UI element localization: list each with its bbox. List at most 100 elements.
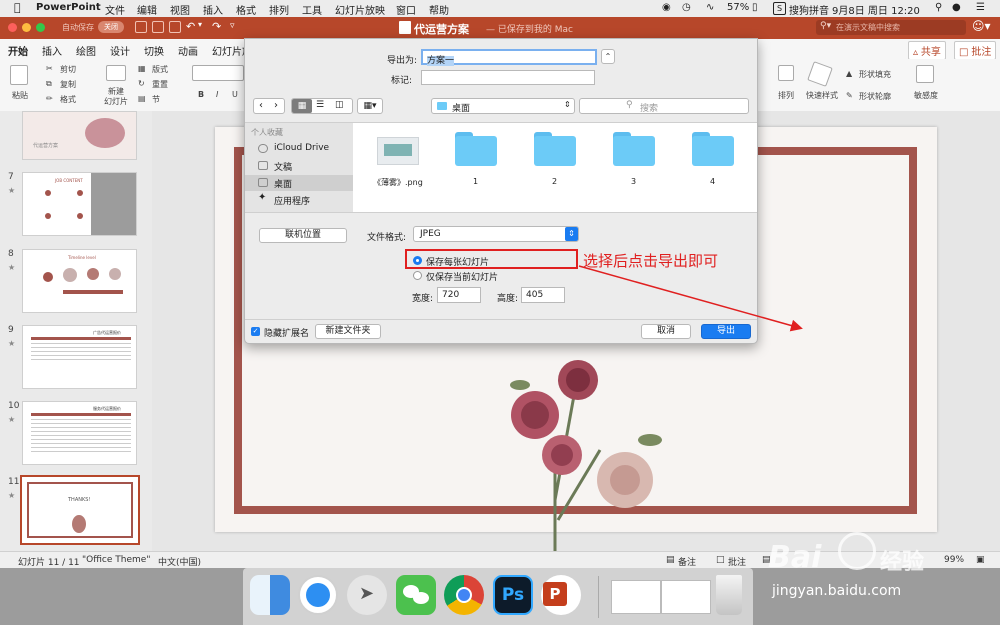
safari-icon[interactable] — [298, 575, 338, 615]
shape-outline-icon[interactable]: ✎ — [846, 91, 853, 100]
folder-icon[interactable] — [455, 132, 497, 166]
new-slide-icon[interactable] — [106, 65, 126, 81]
menu-item-help[interactable]: 帮助 — [429, 2, 449, 17]
smiley-feedback-icon[interactable]: ☺▾ — [972, 19, 991, 33]
menu-item-file[interactable]: 文件 — [105, 2, 125, 17]
italic-icon[interactable]: I — [216, 90, 218, 99]
dock-thumbnail-window-2[interactable] — [661, 580, 711, 614]
folder-name-2[interactable]: 2 — [552, 177, 557, 186]
underline-icon[interactable]: U — [232, 90, 238, 99]
option-save-current-label[interactable]: 仅保存当前幻灯片 — [426, 270, 498, 283]
sidebar-item-desktop[interactable]: 桌面 — [245, 175, 353, 191]
section-icon[interactable]: ▤ — [138, 94, 146, 103]
image-file-icon[interactable] — [377, 137, 419, 165]
menu-item-insert[interactable]: 插入 — [203, 2, 223, 17]
new-folder-button[interactable]: 新建文件夹 — [315, 324, 381, 339]
radio-save-current[interactable] — [413, 271, 422, 280]
folder-name-1[interactable]: 1 — [473, 177, 478, 186]
cut-label[interactable]: 剪切 — [60, 64, 76, 75]
comments-status-button[interactable]: 批注 — [728, 555, 746, 568]
slide-thumbnail-10[interactable]: 服务代运营报价 — [22, 401, 137, 465]
tab-design[interactable]: 设计 — [110, 43, 130, 58]
print-icon[interactable] — [169, 21, 181, 33]
wechat-status-icon[interactable]: ◉ — [662, 2, 671, 13]
sidebar-item-documents[interactable]: 文稿 — [245, 158, 353, 174]
comments-button[interactable]: □ 批注 — [954, 41, 997, 60]
menu-item-format[interactable]: 格式 — [236, 2, 256, 17]
bold-icon[interactable]: B — [198, 90, 204, 99]
powerpoint-icon[interactable]: P — [541, 575, 581, 615]
share-button[interactable]: ▵ 共享 — [908, 41, 946, 60]
language-indicator[interactable]: 中文(中国) — [158, 555, 201, 568]
copy-label[interactable]: 复制 — [60, 79, 76, 90]
reset-icon[interactable]: ↻ — [138, 79, 145, 88]
search-icon[interactable]: ⚲ — [935, 2, 942, 13]
height-input[interactable]: 405 — [521, 287, 565, 303]
ime-label[interactable]: 搜狗拼音 — [789, 2, 829, 17]
trash-icon[interactable] — [716, 575, 742, 615]
list-view-icon[interactable]: ☰ — [316, 100, 324, 110]
collapse-dialog-button[interactable]: ⌃ — [601, 49, 615, 64]
undo-dropdown-icon[interactable]: ▾ — [198, 20, 202, 29]
menu-item-tools[interactable]: 工具 — [302, 2, 322, 17]
chrome-icon[interactable] — [444, 575, 484, 615]
slide-thumbnail-9[interactable]: 广告代运营报价 — [22, 325, 137, 389]
section-label[interactable]: 节 — [152, 94, 160, 105]
sensitivity-label[interactable]: 敏感度 — [914, 90, 938, 101]
radio-save-all[interactable] — [413, 256, 422, 265]
fit-to-window-icon[interactable]: ▣ — [976, 555, 985, 565]
quick-styles-icon[interactable] — [807, 61, 833, 87]
save-icon[interactable] — [152, 21, 164, 33]
format-painter-icon[interactable]: ✏ — [46, 94, 53, 103]
close-window-button[interactable] — [8, 23, 17, 32]
zoom-window-button[interactable] — [36, 23, 45, 32]
tab-draw[interactable]: 绘图 — [76, 43, 96, 58]
folder-icon[interactable] — [534, 132, 576, 166]
menu-clock[interactable]: 9月8日 周日 12:20 — [832, 2, 920, 17]
menu-app-name[interactable]: PowerPoint — [36, 2, 101, 13]
format-painter-label[interactable]: 格式 — [60, 94, 76, 105]
hide-extension-label[interactable]: 隐藏扩展名 — [264, 326, 309, 339]
menu-list-icon[interactable]: ☰ — [976, 2, 985, 13]
battery-icon[interactable]: ▯ — [752, 2, 758, 13]
redo-icon[interactable]: ↷ — [212, 20, 221, 33]
shape-outline-label[interactable]: 形状轮廓 — [859, 91, 891, 102]
tab-animations[interactable]: 动画 — [178, 43, 198, 58]
layout-label[interactable]: 版式 — [152, 64, 168, 75]
slide-thumbnail-11[interactable]: THANKS! — [20, 475, 140, 545]
tab-insert[interactable]: 插入 — [42, 43, 62, 58]
sensitivity-icon[interactable] — [916, 65, 934, 83]
view-mode-buttons[interactable]: ▦ ☰ ◫ — [291, 98, 353, 114]
group-view-button[interactable]: ▦▾ — [357, 98, 383, 114]
timer-status-icon[interactable]: ◷ — [682, 2, 691, 13]
sidebar-item-applications[interactable]: ✦ 应用程序 — [245, 192, 353, 208]
slide-thumbnail-7[interactable]: JOB CONTENT — [22, 172, 137, 236]
back-forward-buttons[interactable]: ‹ › — [253, 98, 285, 114]
launchpad-icon[interactable]: ➤ — [347, 575, 387, 615]
notes-button[interactable]: 备注 — [678, 555, 696, 568]
option-save-all-label[interactable]: 保存每张幻灯片 — [426, 255, 489, 268]
tags-input[interactable] — [421, 70, 595, 85]
export-as-input[interactable]: 方案一 — [421, 49, 597, 66]
icon-view-icon[interactable]: ▦ — [292, 99, 312, 113]
menu-item-view[interactable]: 视图 — [170, 2, 190, 17]
dock-thumbnail-window-1[interactable] — [611, 580, 661, 614]
home-icon[interactable] — [135, 21, 147, 33]
arrange-icon[interactable] — [778, 65, 794, 81]
file-name-image[interactable]: 《薄雾》.png — [373, 177, 423, 188]
folder-icon[interactable] — [692, 132, 734, 166]
folder-name-4[interactable]: 4 — [710, 177, 715, 186]
width-input[interactable]: 720 — [437, 287, 481, 303]
slide-thumbnail-8[interactable]: Timeline level — [22, 249, 137, 313]
location-popup[interactable]: 桌面 ⇕ — [431, 98, 575, 114]
quick-styles-label[interactable]: 快速样式 — [806, 90, 838, 101]
autosave-toggle[interactable]: 关闭 — [98, 21, 124, 33]
minimize-window-button[interactable] — [22, 23, 31, 32]
cut-icon[interactable]: ✂ — [46, 64, 53, 73]
arrange-label[interactable]: 排列 — [778, 90, 794, 101]
zoom-level[interactable]: 99% — [944, 555, 964, 565]
online-locations-button[interactable]: 联机位置 — [259, 228, 347, 243]
finder-icon[interactable] — [250, 575, 290, 615]
folder-name-3[interactable]: 3 — [631, 177, 636, 186]
ime-icon[interactable]: S — [773, 2, 786, 15]
